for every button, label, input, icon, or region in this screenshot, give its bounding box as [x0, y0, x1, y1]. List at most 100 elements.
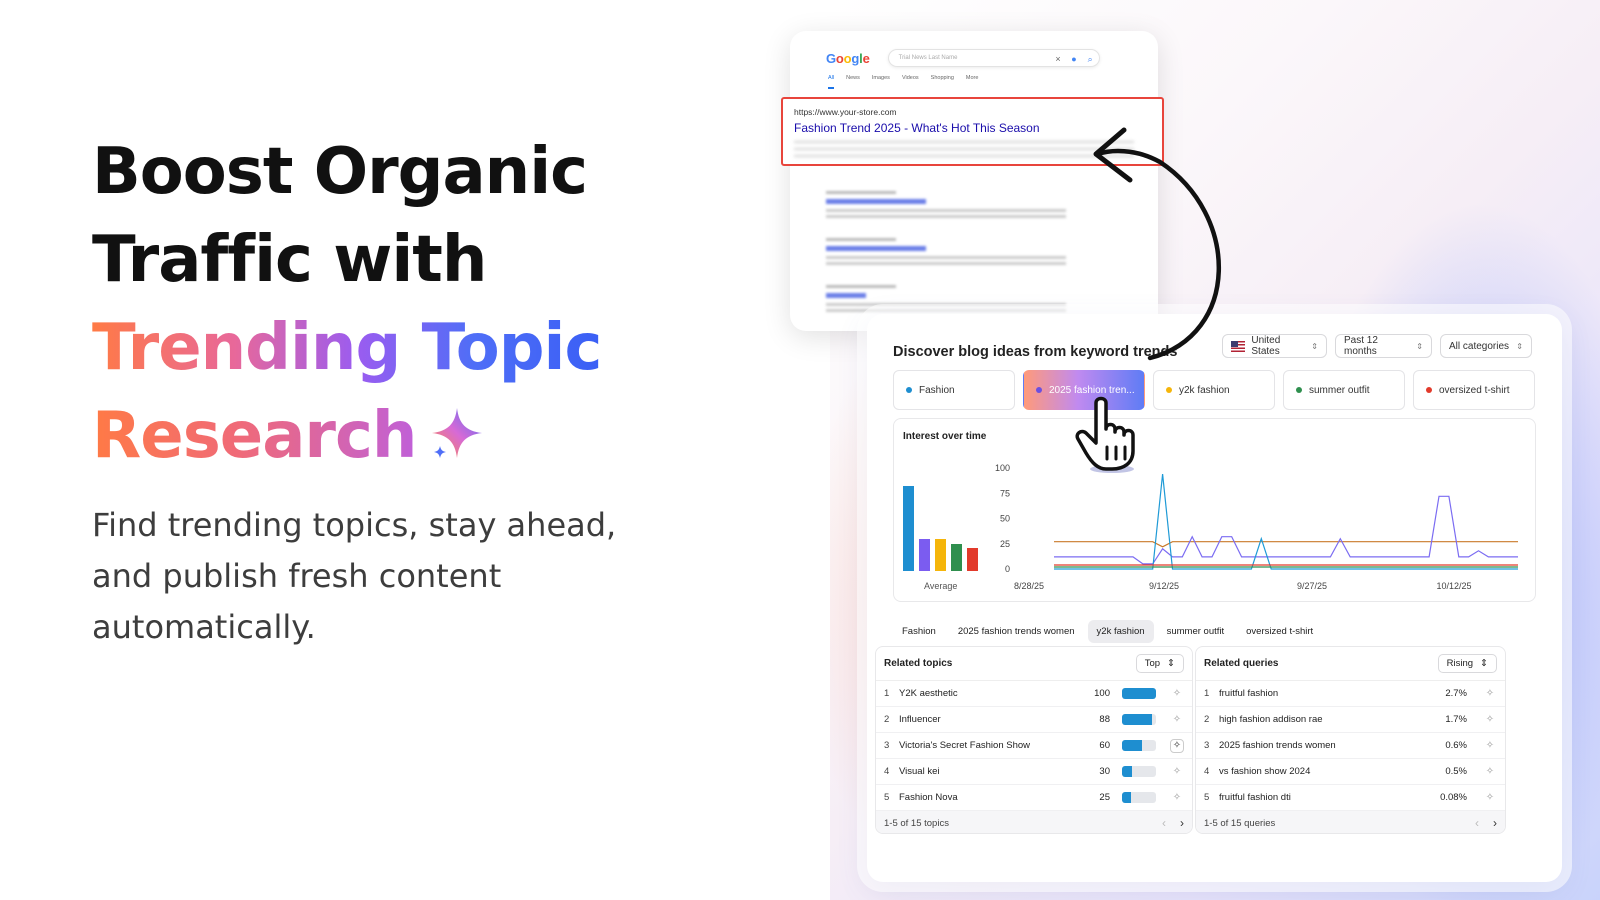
table-row[interactable]: 2 high fashion addison rae 1.7% ✧ [1196, 707, 1505, 733]
kw-tab-fashion[interactable]: Fashion [893, 620, 945, 643]
related-topics-card: Related topics Top ⇕ 1 Y2K aesthetic 100 ✧ 2 I… [875, 646, 1193, 834]
sort-value: Top [1144, 658, 1161, 669]
chevron-updown-icon: ⇕ [1311, 341, 1318, 351]
hand-pointer-icon [1075, 396, 1135, 473]
period-select[interactable]: Past 12 months ⇕ [1335, 334, 1432, 358]
sparkle-icon[interactable]: ✧ [1483, 792, 1497, 803]
sparkle-icon[interactable]: ✧ [1483, 766, 1497, 777]
headline-line-4: Research [92, 399, 417, 473]
row-rank: 2 [1204, 714, 1210, 725]
category-select[interactable]: All categories ⇕ [1440, 334, 1532, 358]
series-dot [1296, 387, 1302, 393]
row-rank: 2 [884, 714, 890, 725]
queries-sort-select[interactable]: Rising ⇕ [1437, 654, 1497, 673]
keyword-chip-summer-outfit[interactable]: summer outfit [1283, 370, 1405, 410]
headline-line-3: Trending Topic [92, 304, 602, 392]
keyword-trends-panel: Discover blog ideas from keyword trends … [867, 314, 1562, 882]
search-result [826, 285, 1086, 312]
search-icon[interactable]: ⌕ [1088, 51, 1093, 67]
interest-over-time-card: Interest over time Average 0 25 50 75 100 8/2… [893, 418, 1536, 602]
related-topics-list: 1 Y2K aesthetic 100 ✧ 2 Influencer 88 ✧ 3 Victori… [876, 681, 1192, 811]
row-label: Victoria's Secret Fashion Show [899, 740, 1031, 751]
row-score-bar [1122, 714, 1156, 725]
chip-label: y2k fashion [1179, 384, 1230, 396]
row-value: 0.5% [1445, 766, 1467, 777]
row-rank: 4 [884, 766, 890, 777]
row-rank: 1 [884, 688, 890, 699]
series-line-y2k-fashion [1054, 541, 1518, 548]
row-value: 30 [1099, 766, 1110, 777]
table-row[interactable]: 3 Victoria's Secret Fashion Show 60 ✧ [876, 733, 1192, 759]
google-logo: Google [826, 50, 870, 66]
x-tick-label: 9/12/25 [1149, 581, 1179, 591]
kw-tab-summer-outfit[interactable]: summer outfit [1158, 620, 1234, 643]
row-rank: 1 [1204, 688, 1210, 699]
result-title[interactable]: Fashion Trend 2025 - What's Hot This Sea… [794, 121, 1040, 135]
tab-more[interactable]: More [966, 75, 979, 89]
table-row[interactable]: 4 Visual kei 30 ✧ [876, 759, 1192, 785]
kw-tab-2025-fashion-trends-women[interactable]: 2025 fashion trends women [949, 620, 1084, 643]
table-row[interactable]: 4 vs fashion show 2024 0.5% ✧ [1196, 759, 1505, 785]
chip-label: 2025 fashion tren... [1049, 384, 1135, 396]
tab-videos[interactable]: Videos [902, 75, 919, 89]
sparkle-icon[interactable]: ✧ [1170, 714, 1184, 725]
y-tick-label: 0 [1005, 564, 1010, 574]
sparkle-icon[interactable]: ✧ [1483, 740, 1497, 751]
sparkle-icon[interactable]: ✧ [1170, 792, 1184, 803]
sparkle-icon[interactable]: ✧ [1170, 738, 1184, 753]
tab-news[interactable]: News [846, 75, 860, 89]
table-row[interactable]: 1 fruitful fashion 2.7% ✧ [1196, 681, 1505, 707]
series-line-2025-fashion-trends-women [1054, 495, 1518, 565]
chip-label: oversized t-shirt [1439, 384, 1510, 396]
x-tick-label: 10/12/25 [1436, 581, 1471, 591]
topics-sort-select[interactable]: Top ⇕ [1135, 654, 1184, 673]
result-title-bar [826, 199, 926, 204]
row-label: Fashion Nova [899, 792, 958, 803]
queries-pagination-label: 1-5 of 15 queries [1204, 817, 1276, 829]
next-page-icon[interactable]: › [1493, 816, 1497, 830]
row-label: Influencer [899, 714, 941, 725]
row-value: 1.7% [1445, 714, 1467, 725]
sparkle-icon[interactable]: ✧ [1170, 766, 1184, 777]
prev-page-icon[interactable]: ‹ [1475, 816, 1479, 830]
row-label: vs fashion show 2024 [1219, 766, 1311, 777]
row-value: 0.6% [1445, 740, 1467, 751]
next-page-icon[interactable]: › [1180, 816, 1184, 830]
chevron-updown-icon: ⇕ [1167, 658, 1175, 669]
y-tick-label: 75 [1000, 488, 1010, 498]
hero-headline: Boost Organic Traffic with Trending Topi… [92, 128, 602, 480]
tab-shopping[interactable]: Shopping [931, 75, 954, 89]
table-row[interactable]: 5 Fashion Nova 25 ✧ [876, 785, 1192, 811]
y-tick-label: 25 [1000, 539, 1010, 549]
blurred-results [826, 191, 1086, 331]
sparkle-icon[interactable]: ✧ [1483, 688, 1497, 699]
tab-images[interactable]: Images [872, 75, 890, 89]
tab-all[interactable]: All [828, 75, 835, 89]
sparkle-icon[interactable]: ✧ [1170, 688, 1184, 699]
search-result [826, 191, 1086, 218]
keyword-chip-fashion[interactable]: Fashion [893, 370, 1015, 410]
chip-label: summer outfit [1309, 384, 1370, 396]
clear-icon[interactable]: × [1055, 51, 1060, 67]
series-dot [1166, 387, 1172, 393]
row-rank: 5 [884, 792, 890, 803]
keyword-chip-oversized-t-shirt[interactable]: oversized t-shirt [1413, 370, 1535, 410]
table-row[interactable]: 3 2025 fashion trends women 0.6% ✧ [1196, 733, 1505, 759]
series-dot [1426, 387, 1432, 393]
search-query-text: Trial News Last Name [898, 55, 958, 61]
category-value: All categories [1449, 340, 1510, 352]
search-input[interactable]: Trial News Last Name × ● ⌕ [887, 49, 1100, 67]
table-row[interactable]: 5 fruitful fashion dti 0.08% ✧ [1196, 785, 1505, 811]
table-row[interactable]: 2 Influencer 88 ✧ [876, 707, 1192, 733]
table-row[interactable]: 1 Y2K aesthetic 100 ✧ [876, 681, 1192, 707]
mic-icon[interactable]: ● [1071, 51, 1076, 67]
row-rank: 4 [1204, 766, 1210, 777]
kw-tab-oversized-t-shirt[interactable]: oversized t-shirt [1237, 620, 1322, 643]
sparkle-icon[interactable]: ✧ [1483, 714, 1497, 725]
kw-tab-y2k-fashion[interactable]: y2k fashion [1087, 620, 1154, 643]
prev-page-icon[interactable]: ‹ [1162, 816, 1166, 830]
hero-subtitle: Find trending topics, stay ahead, and pu… [92, 506, 617, 646]
row-label: Visual kei [899, 766, 940, 777]
search-result [826, 238, 1086, 265]
row-rank: 5 [1204, 792, 1210, 803]
